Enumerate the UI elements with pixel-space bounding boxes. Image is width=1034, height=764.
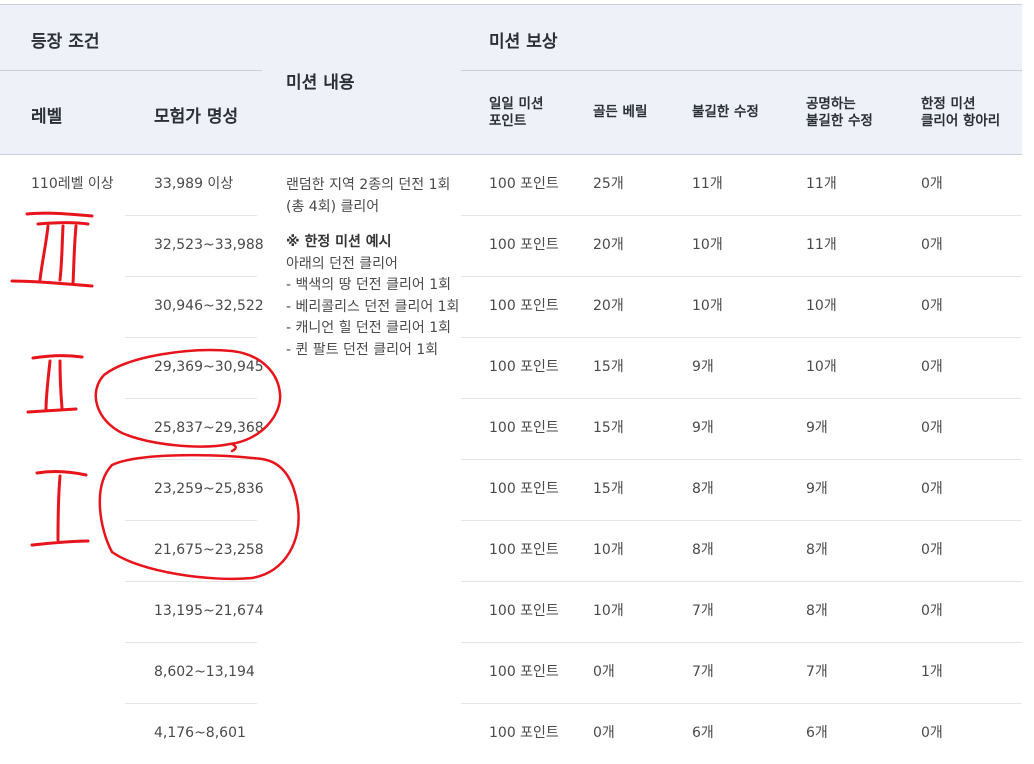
roman-numeral-two-mark: [26, 354, 84, 414]
highlight-oval-fame-rows-6-7: [98, 453, 300, 581]
handwritten-annotations: [10, 211, 300, 581]
highlight-oval-fame-rows-4-5: [94, 348, 282, 453]
roman-numeral-one-mark: [30, 470, 90, 547]
roman-numeral-three-mark: [10, 211, 94, 288]
